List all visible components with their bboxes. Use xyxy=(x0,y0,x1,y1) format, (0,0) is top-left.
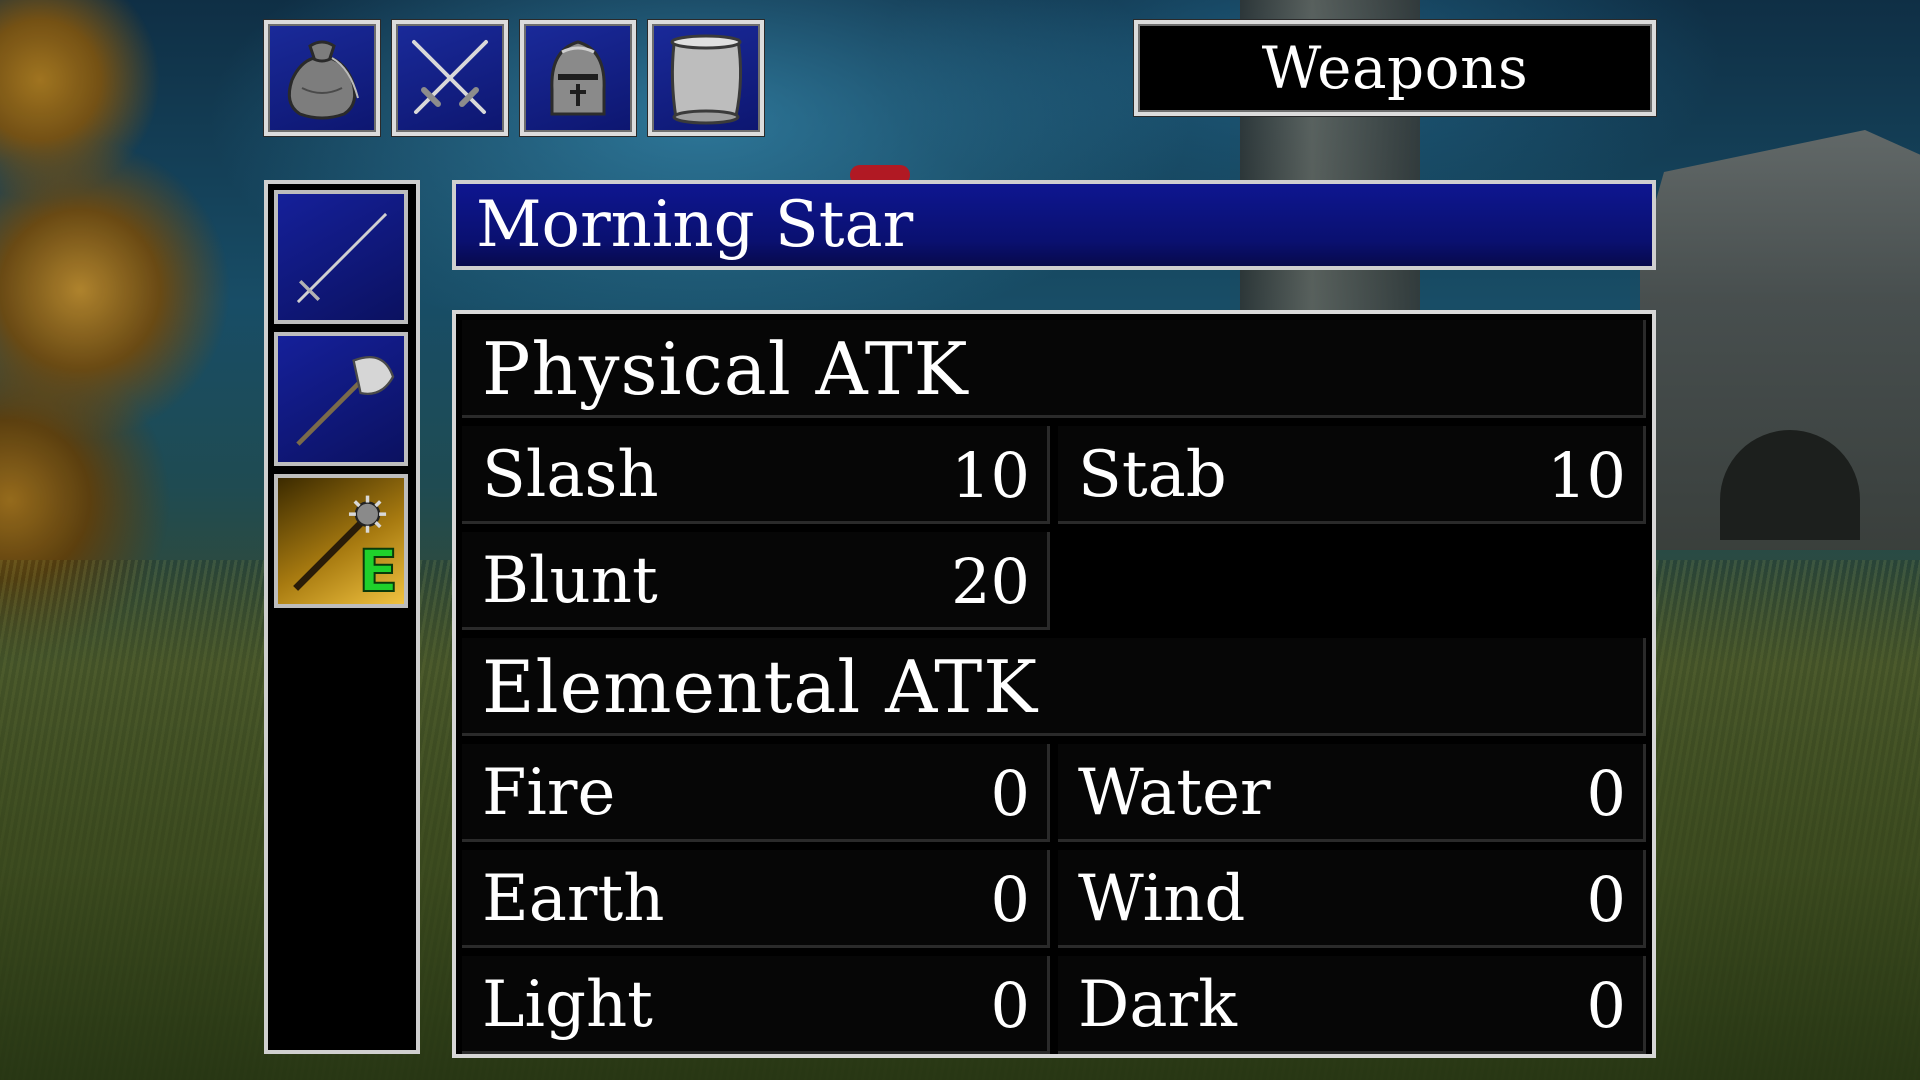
physical-atk-header: Physical ATK xyxy=(462,320,1646,418)
stat-label: Blunt xyxy=(482,544,658,618)
stat-blunt: Blunt 20 xyxy=(462,532,1050,630)
tab-documents[interactable] xyxy=(648,20,764,136)
stat-light: Light 0 xyxy=(462,956,1050,1054)
stat-label: Stab xyxy=(1078,438,1227,512)
stat-slash: Slash 10 xyxy=(462,426,1050,524)
item-slot-morning-star[interactable]: E xyxy=(274,474,408,608)
item-slot-sword[interactable] xyxy=(274,190,408,324)
elemental-atk-header: Elemental ATK xyxy=(462,638,1646,736)
category-title: Weapons xyxy=(1134,20,1656,116)
item-list: E xyxy=(264,180,420,1054)
helmet-icon xyxy=(550,40,606,116)
stat-label: Dark xyxy=(1078,968,1237,1042)
stat-label: Slash xyxy=(482,438,659,512)
stat-value: 0 xyxy=(1586,756,1626,830)
category-title-text: Weapons xyxy=(1261,34,1529,102)
stat-empty-cell xyxy=(1058,532,1646,630)
stat-value: 0 xyxy=(990,756,1030,830)
stats-row: Light 0 Dark 0 xyxy=(462,956,1646,1054)
scroll-icon xyxy=(670,34,743,125)
stats-row: Slash 10 Stab 10 xyxy=(462,426,1646,524)
stat-earth: Earth 0 xyxy=(462,850,1050,948)
stat-fire: Fire 0 xyxy=(462,744,1050,842)
crossed-swords-icon xyxy=(412,40,488,114)
tab-items[interactable] xyxy=(264,20,380,136)
stat-value: 10 xyxy=(951,438,1030,512)
stat-stab: Stab 10 xyxy=(1058,426,1646,524)
stat-label: Fire xyxy=(482,756,616,830)
stat-label: Water xyxy=(1078,756,1271,830)
stat-label: Light xyxy=(482,968,653,1042)
stats-row: Blunt 20 xyxy=(462,532,1646,630)
stat-value: 20 xyxy=(951,544,1030,618)
pouch-icon xyxy=(287,40,359,120)
sword-icon xyxy=(296,212,388,304)
stat-value: 0 xyxy=(990,968,1030,1042)
stat-value: 0 xyxy=(1586,968,1626,1042)
stat-value: 10 xyxy=(1547,438,1626,512)
stat-label: Wind xyxy=(1078,862,1246,936)
tab-weapons[interactable] xyxy=(392,20,508,136)
stat-value: 0 xyxy=(990,862,1030,936)
stat-label: Earth xyxy=(482,862,665,936)
tab-armor[interactable] xyxy=(520,20,636,136)
battle-axe-icon xyxy=(296,356,395,446)
stats-row: Fire 0 Water 0 xyxy=(462,744,1646,842)
stats-row-physical-header: Physical ATK xyxy=(462,320,1646,418)
selected-item-name-text: Morning Star xyxy=(476,188,914,262)
equipped-badge: E xyxy=(357,537,399,605)
stat-dark: Dark 0 xyxy=(1058,956,1646,1054)
stats-row-elemental-header: Elemental ATK xyxy=(462,638,1646,736)
stat-value: 0 xyxy=(1586,862,1626,936)
stat-water: Water 0 xyxy=(1058,744,1646,842)
stats-panel: Physical ATK Slash 10 Stab 10 Blunt 20 E… xyxy=(452,310,1656,1058)
item-slot-battle-axe[interactable] xyxy=(274,332,408,466)
selected-item-name: Morning Star xyxy=(452,180,1656,270)
stat-wind: Wind 0 xyxy=(1058,850,1646,948)
stats-row: Earth 0 Wind 0 xyxy=(462,850,1646,948)
category-tabs xyxy=(264,20,764,136)
